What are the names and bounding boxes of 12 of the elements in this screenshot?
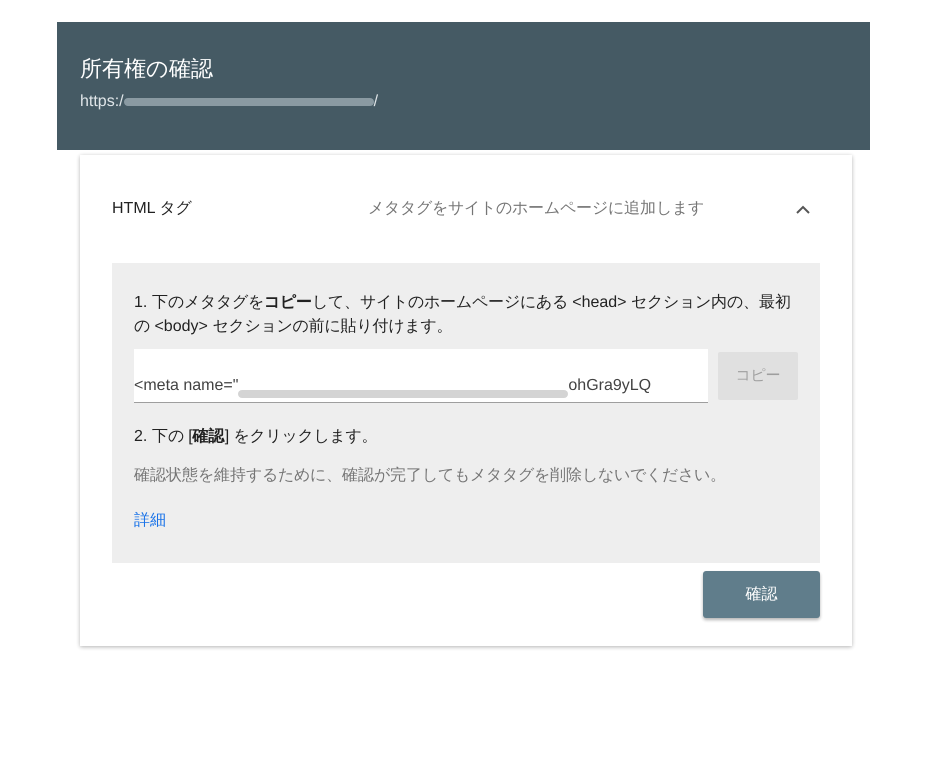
details-link[interactable]: 詳細 [134,512,166,529]
step-text: 2. 下の [確認] をクリックします。 [134,426,379,447]
site-url-start: https:/ [80,92,124,112]
note-text: 確認状態を維持するために、確認が完了してもメタタグを削除しないでください。 [134,466,727,486]
method-label: HTML タグ [112,199,193,219]
verify-button[interactable]: 確認 [703,571,820,618]
method-description: メタタグをサイトのホームページに追加します [368,198,705,219]
meta-tag-field[interactable]: <meta name=" ohGra9yLQ [134,349,708,403]
chevron-icon[interactable] [796,204,810,214]
step-text: 1. 下のメタタグをコピーして、サイトのホームページにある <head> セクション内の、最初の <body> セクションの前に貼り付けます。 [134,292,792,337]
page-title: 所有権の確認 [80,55,214,83]
site-url-end: / [374,92,378,112]
